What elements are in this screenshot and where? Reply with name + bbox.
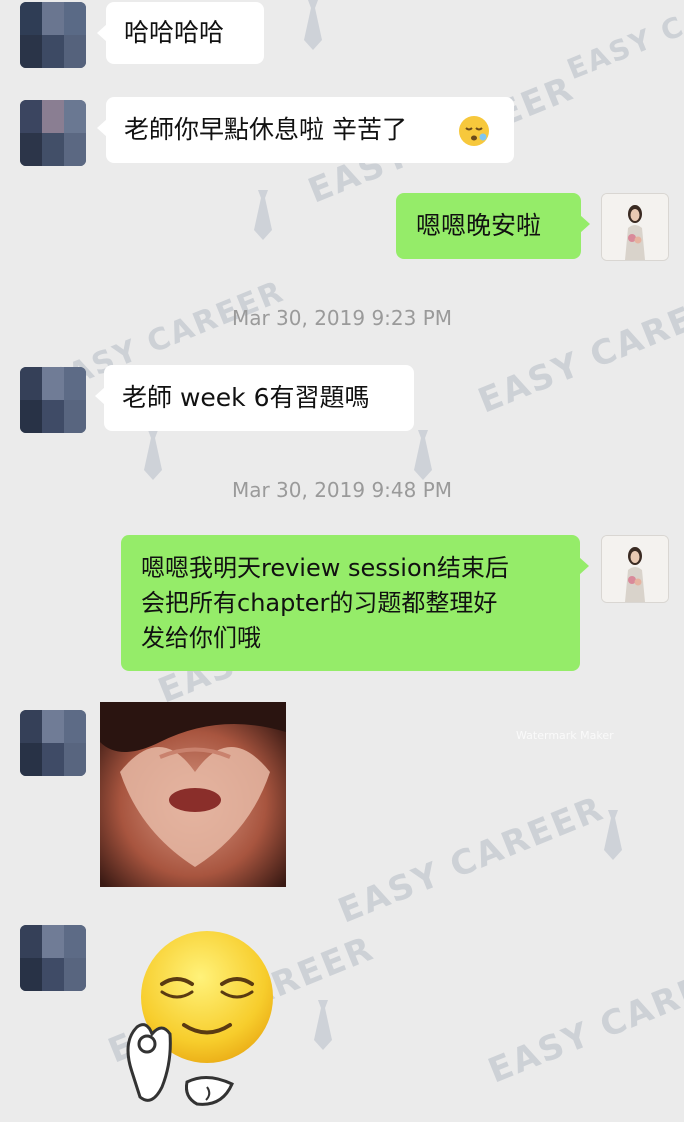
- message-text: 老師 week 6有習題嗎: [122, 383, 370, 412]
- watermark-text: EASY CAREER: [562, 0, 684, 87]
- message-bubble[interactable]: 老師你早點休息啦 辛苦了: [97, 97, 514, 163]
- my-avatar-image: [602, 536, 668, 602]
- watermark-text: EASY CAREER: [482, 948, 684, 1092]
- chat-screen: EASY CAREER EASY CAREER EASY CAREER EASY…: [0, 0, 684, 1122]
- message-bubble[interactable]: 老師 week 6有習題嗎: [95, 365, 414, 431]
- message-text: 哈哈哈哈: [124, 18, 225, 47]
- tie-watermark-icon: [314, 1000, 332, 1050]
- timestamp: Mar 30, 2019 9:48 PM: [231, 478, 453, 502]
- message-text-line: 会把所有chapter的习题都整理好: [141, 589, 498, 617]
- tie-watermark-icon: [604, 810, 622, 860]
- watermark-app-label: Watermark Maker: [516, 729, 614, 742]
- contact-avatar[interactable]: [20, 925, 86, 991]
- message-bubble-outgoing[interactable]: 嗯嗯我明天review session结束后 会把所有chapter的习题都整理…: [121, 535, 589, 671]
- message-text: 老師你早點休息啦 辛苦了: [124, 115, 407, 144]
- watermark-text: EASY CAREER: [332, 788, 610, 932]
- my-avatar[interactable]: [601, 535, 669, 603]
- message-text-line: 发给你们哦: [141, 624, 261, 652]
- message-text-line: 嗯嗯我明天review session结束后: [141, 554, 509, 582]
- my-avatar-image: [602, 194, 668, 260]
- relieved-ok-hand-sticker-icon[interactable]: [112, 922, 287, 1117]
- contact-avatar[interactable]: [20, 367, 86, 433]
- tie-watermark-icon: [254, 190, 272, 240]
- sleepy-face-emoji-icon: [459, 116, 489, 146]
- contact-avatar[interactable]: [20, 2, 86, 68]
- my-avatar[interactable]: [601, 193, 669, 261]
- tie-watermark-icon: [304, 0, 322, 50]
- contact-avatar[interactable]: [20, 710, 86, 776]
- message-bubble[interactable]: 哈哈哈哈: [97, 2, 264, 64]
- watermark-text: EASY CAREER: [472, 278, 684, 422]
- timestamp: Mar 30, 2019 9:23 PM: [231, 306, 453, 330]
- tie-watermark-icon: [414, 430, 432, 480]
- message-text: 嗯嗯晚安啦: [416, 211, 542, 240]
- message-bubble-outgoing[interactable]: 嗯嗯晚安啦: [396, 193, 590, 259]
- photo-message[interactable]: [100, 702, 286, 887]
- tie-watermark-icon: [144, 430, 162, 480]
- contact-avatar[interactable]: [20, 100, 86, 166]
- heart-hands-photo: [100, 702, 286, 887]
